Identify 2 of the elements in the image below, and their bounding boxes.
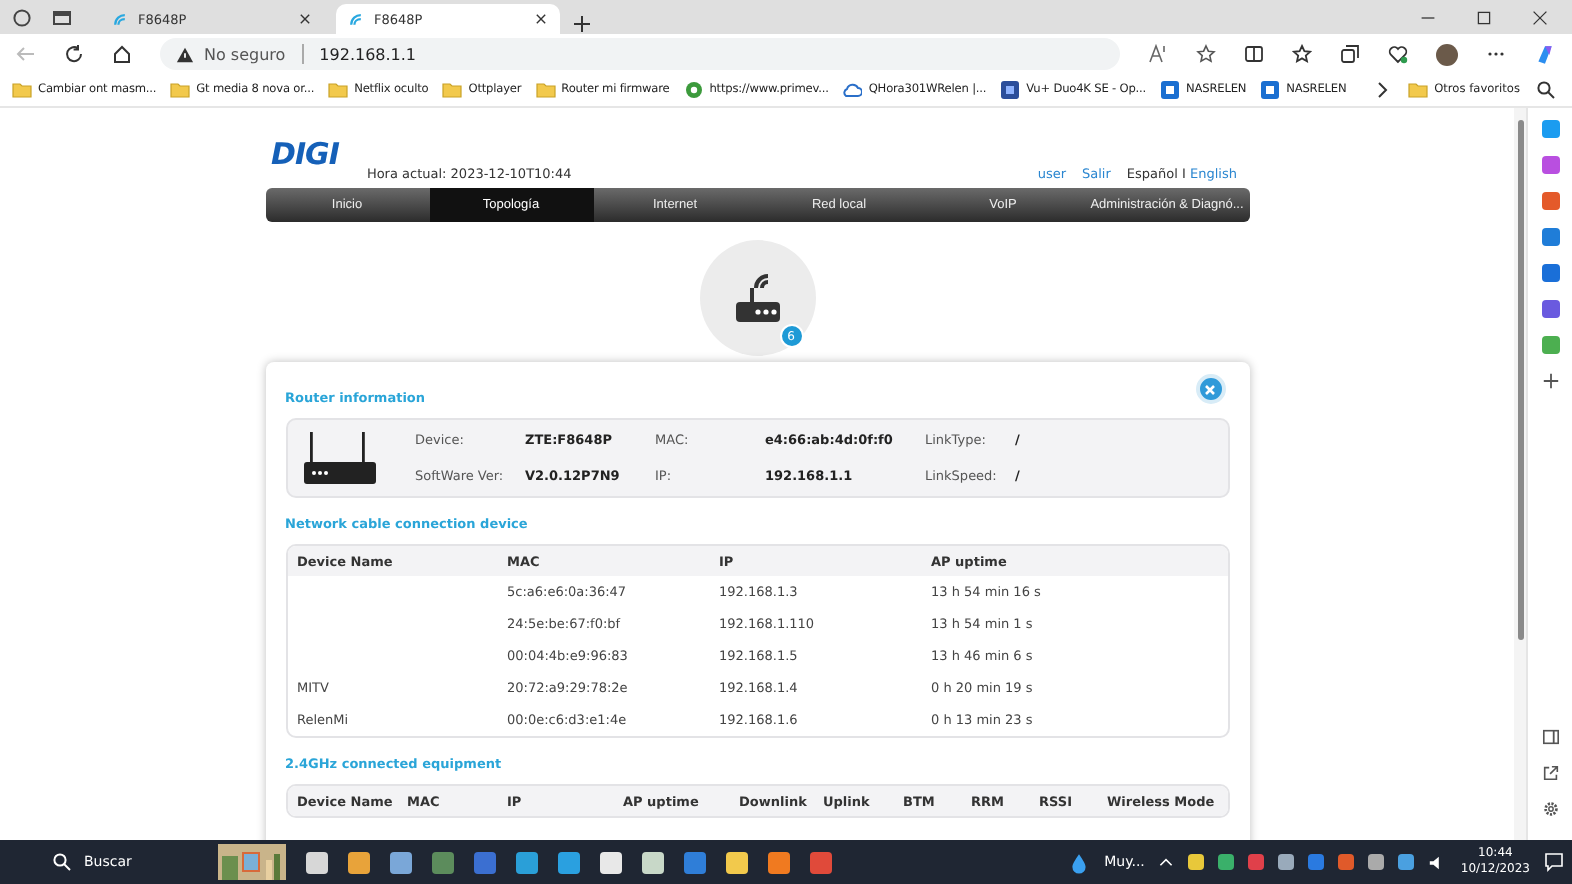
logo: DIGI	[271, 136, 339, 172]
address-bar[interactable]: No seguro 192.168.1.1	[160, 38, 1120, 70]
